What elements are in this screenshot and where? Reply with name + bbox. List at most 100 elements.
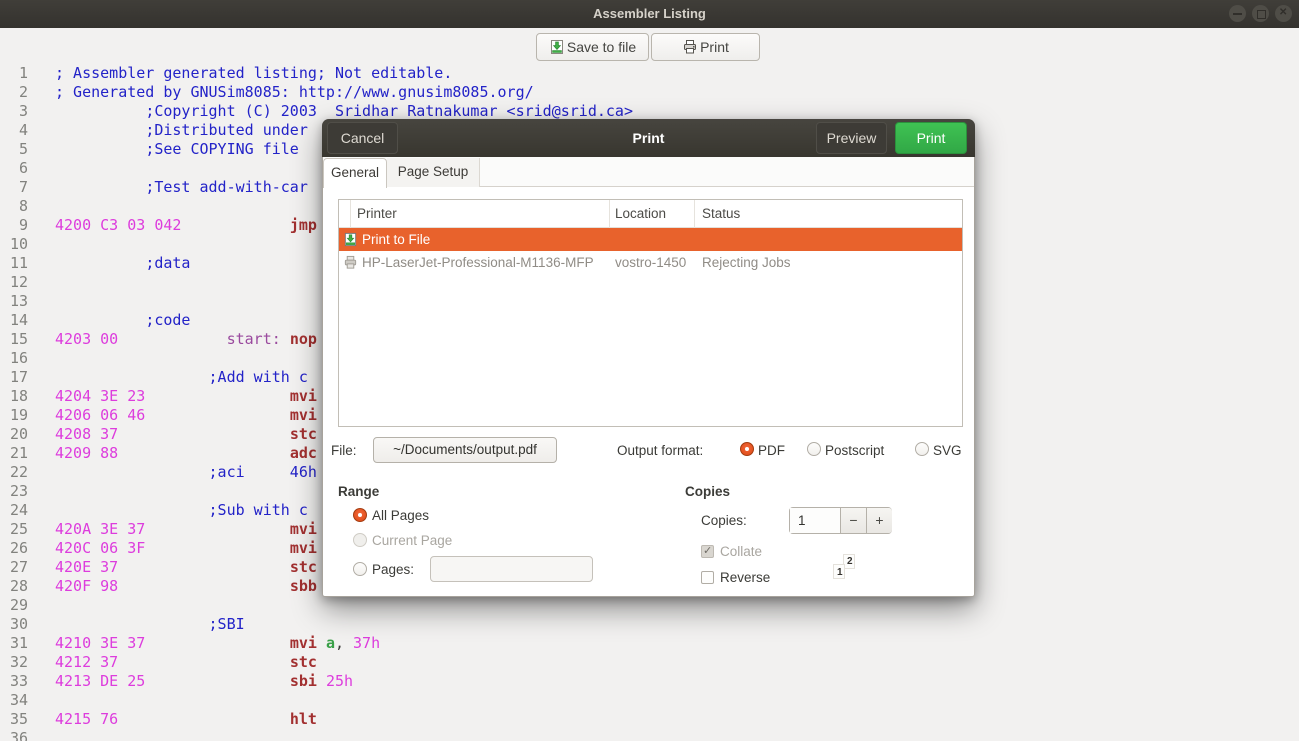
save-to-file-button[interactable]: Save to file [536, 33, 649, 61]
radio-pdf[interactable] [740, 442, 754, 456]
printer-icon [682, 39, 698, 55]
code-text: ;Copyright (C) 2003 Sridhar Ratnakumar <… [55, 102, 633, 120]
print-dialog: Cancel Print Preview Print General Page … [322, 119, 975, 597]
code-line: 34 [0, 691, 1299, 710]
code-text: ;Test add-with-car [55, 178, 308, 196]
radio-current-page [353, 533, 367, 547]
radio-all-pages-label[interactable]: All Pages [372, 508, 429, 523]
radio-pages[interactable] [353, 562, 367, 576]
line-number: 26 [0, 539, 28, 557]
radio-pages-label[interactable]: Pages: [372, 562, 414, 577]
reverse-checkbox[interactable] [701, 571, 714, 584]
line-number: 2 [0, 83, 28, 101]
radio-svg-label[interactable]: SVG [933, 443, 962, 458]
radio-current-page-label: Current Page [372, 533, 452, 548]
minimize-icon[interactable] [1229, 5, 1246, 22]
line-number: 9 [0, 216, 28, 234]
column-location[interactable]: Location [615, 200, 666, 228]
printer-location: vostro-1450 [615, 251, 686, 274]
line-number: 15 [0, 330, 28, 348]
line-number: 21 [0, 444, 28, 462]
file-label: File: [331, 443, 357, 458]
print-toolbar-label: Print [700, 39, 729, 55]
code-text: ; Generated by GNUSim8085: http://www.gn… [55, 83, 534, 101]
radio-svg[interactable] [915, 442, 929, 456]
line-number: 25 [0, 520, 28, 538]
pages-range-input[interactable] [430, 556, 593, 582]
line-number: 30 [0, 615, 28, 633]
print-dialog-headerbar: Cancel Print Preview Print [322, 119, 975, 157]
code-text: 4203 00 start: nop [55, 330, 317, 348]
printer-list: Printer Location Status Print to File HP… [338, 199, 963, 427]
copies-section-title: Copies [685, 484, 730, 499]
code-text: 4215 76 hlt [55, 710, 317, 728]
print-toolbar-button[interactable]: Print [651, 33, 760, 61]
code-text: ;Sub with c [55, 501, 308, 519]
line-number: 5 [0, 140, 28, 158]
maximize-icon[interactable] [1252, 5, 1269, 22]
copies-increment-button[interactable]: + [866, 508, 892, 533]
line-number: 7 [0, 178, 28, 196]
print-confirm-button[interactable]: Print [895, 122, 967, 154]
preview-button[interactable]: Preview [816, 122, 887, 154]
code-line: 30 ;SBI [0, 615, 1299, 634]
code-text: ;Distributed under [55, 121, 308, 139]
code-line: 324212 37 stc [0, 653, 1299, 672]
radio-postscript-label[interactable]: Postscript [825, 443, 884, 458]
line-number: 10 [0, 235, 28, 253]
window-title: Assembler Listing [0, 0, 1299, 28]
line-number: 3 [0, 102, 28, 120]
column-status[interactable]: Status [702, 200, 740, 228]
code-text: 4209 88 adc [55, 444, 317, 462]
line-number: 32 [0, 653, 28, 671]
code-line: 1; Assembler generated listing; Not edit… [0, 64, 1299, 83]
print-dialog-tabstrip: General Page Setup [323, 157, 974, 187]
code-text: 4208 37 stc [55, 425, 317, 443]
titlebar: Assembler Listing [0, 0, 1299, 28]
radio-pdf-label[interactable]: PDF [758, 443, 785, 458]
code-text: 4200 C3 03 042 jmp [55, 216, 317, 234]
line-number: 13 [0, 292, 28, 310]
copies-label: Copies: [701, 513, 747, 528]
reverse-label[interactable]: Reverse [720, 570, 770, 585]
copies-input[interactable] [790, 508, 840, 533]
line-number: 16 [0, 349, 28, 367]
code-line: 36 [0, 729, 1299, 741]
column-printer[interactable]: Printer [357, 200, 397, 228]
copies-decrement-button[interactable]: − [840, 508, 866, 533]
radio-postscript[interactable] [807, 442, 821, 456]
line-number: 19 [0, 406, 28, 424]
app-window: Assembler Listing Save to file Print 1; … [0, 0, 1299, 741]
code-text: 4204 3E 23 mvi [55, 387, 317, 405]
close-icon[interactable] [1275, 5, 1292, 22]
line-number: 33 [0, 672, 28, 690]
tab-page-setup[interactable]: Page Setup [387, 158, 480, 187]
printer-icon [343, 255, 358, 273]
code-text: ;SBI [55, 615, 245, 633]
code-line: 2 ; Generated by GNUSim8085: http://www.g… [0, 83, 1299, 102]
line-number: 23 [0, 482, 28, 500]
line-number: 11 [0, 254, 28, 272]
line-number: 35 [0, 710, 28, 728]
code-text: ; Assembler generated listing; Not edita… [55, 64, 452, 82]
file-chooser-button[interactable]: ~/Documents/output.pdf [373, 437, 557, 463]
printer-row-print-to-file[interactable]: Print to File [339, 228, 962, 251]
line-number: 17 [0, 368, 28, 386]
code-text: 4213 DE 25 sbi 25h [55, 672, 353, 690]
line-number: 24 [0, 501, 28, 519]
tab-general[interactable]: General [323, 158, 387, 188]
save-to-file-label: Save to file [567, 39, 636, 55]
printer-row-hp-laserjet[interactable]: HP-LaserJet-Professional-M1136-MFP vostr… [339, 251, 962, 274]
radio-all-pages[interactable] [353, 508, 367, 522]
printer-name: HP-LaserJet-Professional-M1136-MFP [362, 251, 594, 274]
save-icon [549, 39, 565, 55]
collate-checkbox [701, 545, 714, 558]
print-to-file-icon [343, 232, 358, 250]
code-line: 314210 3E 37 mvi a, 37h [0, 634, 1299, 653]
code-text: 4210 3E 37 mvi a, 37h [55, 634, 380, 652]
line-number: 8 [0, 197, 28, 215]
line-number: 6 [0, 159, 28, 177]
line-number: 14 [0, 311, 28, 329]
line-number: 27 [0, 558, 28, 576]
code-text: 4206 06 46 mvi [55, 406, 317, 424]
